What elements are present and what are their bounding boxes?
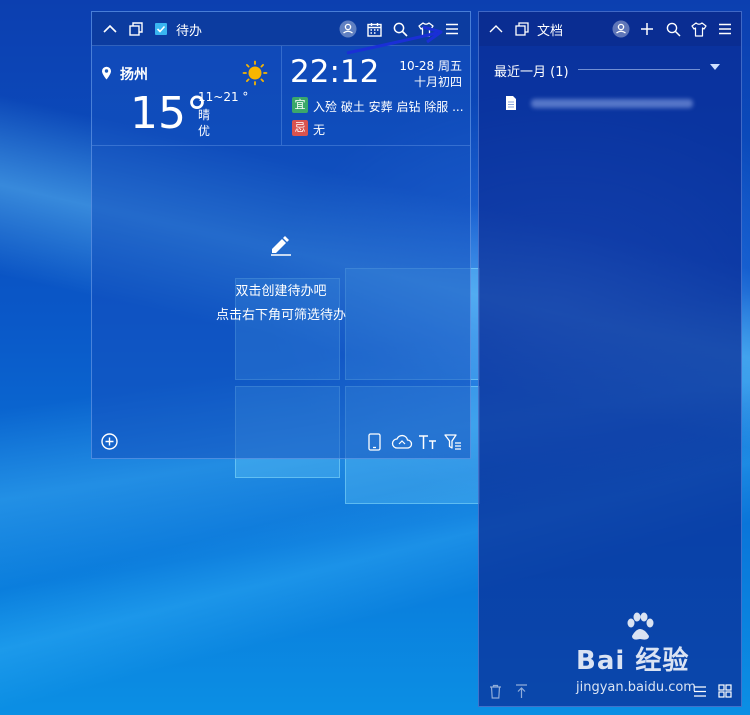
search-icon[interactable] bbox=[663, 12, 683, 46]
window-icon[interactable] bbox=[126, 12, 146, 46]
window-icon[interactable] bbox=[512, 12, 532, 46]
caret-down-icon[interactable] bbox=[710, 64, 720, 71]
ji-badge: 忌 bbox=[292, 120, 308, 136]
docs-widget: 文档 最近一月 (1) bbox=[478, 11, 742, 707]
filter-icon[interactable] bbox=[444, 434, 462, 450]
sun-icon bbox=[242, 60, 268, 86]
weather-condition: 晴 bbox=[198, 108, 211, 122]
cloud-sync-icon[interactable] bbox=[391, 434, 413, 450]
weather-range: 11~21 ° bbox=[198, 90, 249, 104]
chevron-up-icon[interactable] bbox=[486, 12, 506, 46]
todo-check-icon bbox=[152, 12, 170, 46]
menu-icon[interactable] bbox=[715, 12, 735, 46]
yi-text: 入殓 破土 安葬 启钻 除服 ... bbox=[313, 100, 464, 114]
document-title-blurred[interactable] bbox=[531, 99, 693, 108]
paw-logo-icon bbox=[624, 612, 656, 642]
edit-pencil-icon bbox=[268, 234, 294, 256]
empty-state-line2: 点击右下角可筛选待办 bbox=[215, 308, 346, 323]
todo-widget: 待办 扬州 15° 11~21 ° 晴 优 22:12 10-28 周五 十月初… bbox=[91, 11, 471, 459]
plus-icon[interactable] bbox=[637, 12, 657, 46]
weather-city: 扬州 bbox=[120, 67, 148, 83]
add-circle-icon[interactable] bbox=[101, 433, 118, 450]
location-pin-icon bbox=[101, 66, 112, 80]
lunar-date: 十月初四 bbox=[413, 75, 462, 89]
chevron-up-icon[interactable] bbox=[100, 12, 120, 46]
menu-icon[interactable] bbox=[442, 12, 462, 46]
weather-panel[interactable]: 扬州 15° 11~21 ° 晴 优 bbox=[92, 46, 282, 146]
shirt-icon[interactable] bbox=[689, 12, 709, 46]
ji-text: 无 bbox=[313, 123, 326, 137]
yi-badge: 宜 bbox=[292, 97, 308, 113]
todo-title: 待办 bbox=[176, 23, 203, 39]
docs-title: 文档 bbox=[537, 23, 564, 39]
upload-icon[interactable] bbox=[515, 684, 528, 699]
date-panel[interactable]: 22:12 10-28 周五 十月初四 宜 入殓 破土 安葬 启钻 除服 ...… bbox=[282, 46, 470, 146]
phone-icon[interactable] bbox=[368, 433, 381, 451]
trash-icon[interactable] bbox=[489, 684, 502, 699]
weather-temperature: 15° bbox=[130, 88, 208, 139]
user-icon[interactable] bbox=[611, 12, 631, 46]
air-quality: 优 bbox=[198, 124, 211, 138]
document-icon[interactable] bbox=[505, 95, 517, 111]
font-size-icon[interactable] bbox=[418, 434, 438, 450]
doc-group-label[interactable]: 最近一月 (1) bbox=[494, 61, 569, 80]
annotation-arrow bbox=[345, 25, 445, 60]
watermark-url: jingyan.baidu.com bbox=[576, 680, 696, 695]
grid-view-icon[interactable] bbox=[718, 684, 732, 698]
watermark-brand: Bai 经验 bbox=[576, 646, 690, 676]
empty-state-line1: 双击创建待办吧 bbox=[235, 284, 327, 299]
group-divider bbox=[578, 69, 700, 70]
docs-toolbar: 文档 bbox=[479, 12, 741, 46]
